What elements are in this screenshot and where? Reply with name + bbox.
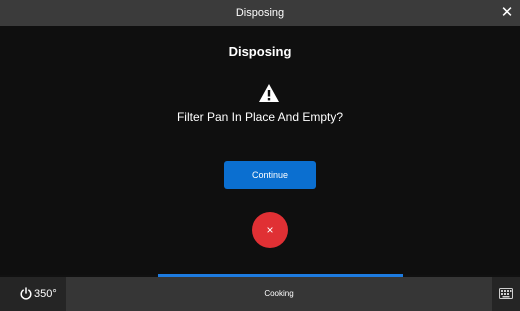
dialog-panel: Disposing Filter Pan In Place And Empty?… (0, 26, 520, 275)
dialog-heading: Disposing (228, 44, 292, 59)
keyboard-icon (499, 288, 513, 299)
cancel-button[interactable]: × (252, 212, 288, 248)
close-icon: × (266, 223, 274, 237)
title-bar: Disposing ✕ (0, 0, 520, 26)
close-icon[interactable]: ✕ (498, 4, 516, 22)
power-icon (20, 287, 32, 300)
power-button[interactable]: 350° (0, 277, 66, 311)
dialog-prompt: Filter Pan In Place And Empty? (176, 110, 344, 124)
fryer-screen: Disposing ✕ Disposing Filter Pan In Plac… (0, 0, 520, 311)
window-title: Disposing (235, 7, 285, 19)
keyboard-button[interactable] (492, 277, 520, 311)
status-label: Cooking (66, 277, 492, 311)
bottom-bar: 350° Cooking (0, 277, 520, 311)
warning-triangle-icon (259, 84, 279, 102)
temperature-readout: 350° (34, 288, 57, 300)
continue-button[interactable]: Continue (224, 161, 316, 189)
